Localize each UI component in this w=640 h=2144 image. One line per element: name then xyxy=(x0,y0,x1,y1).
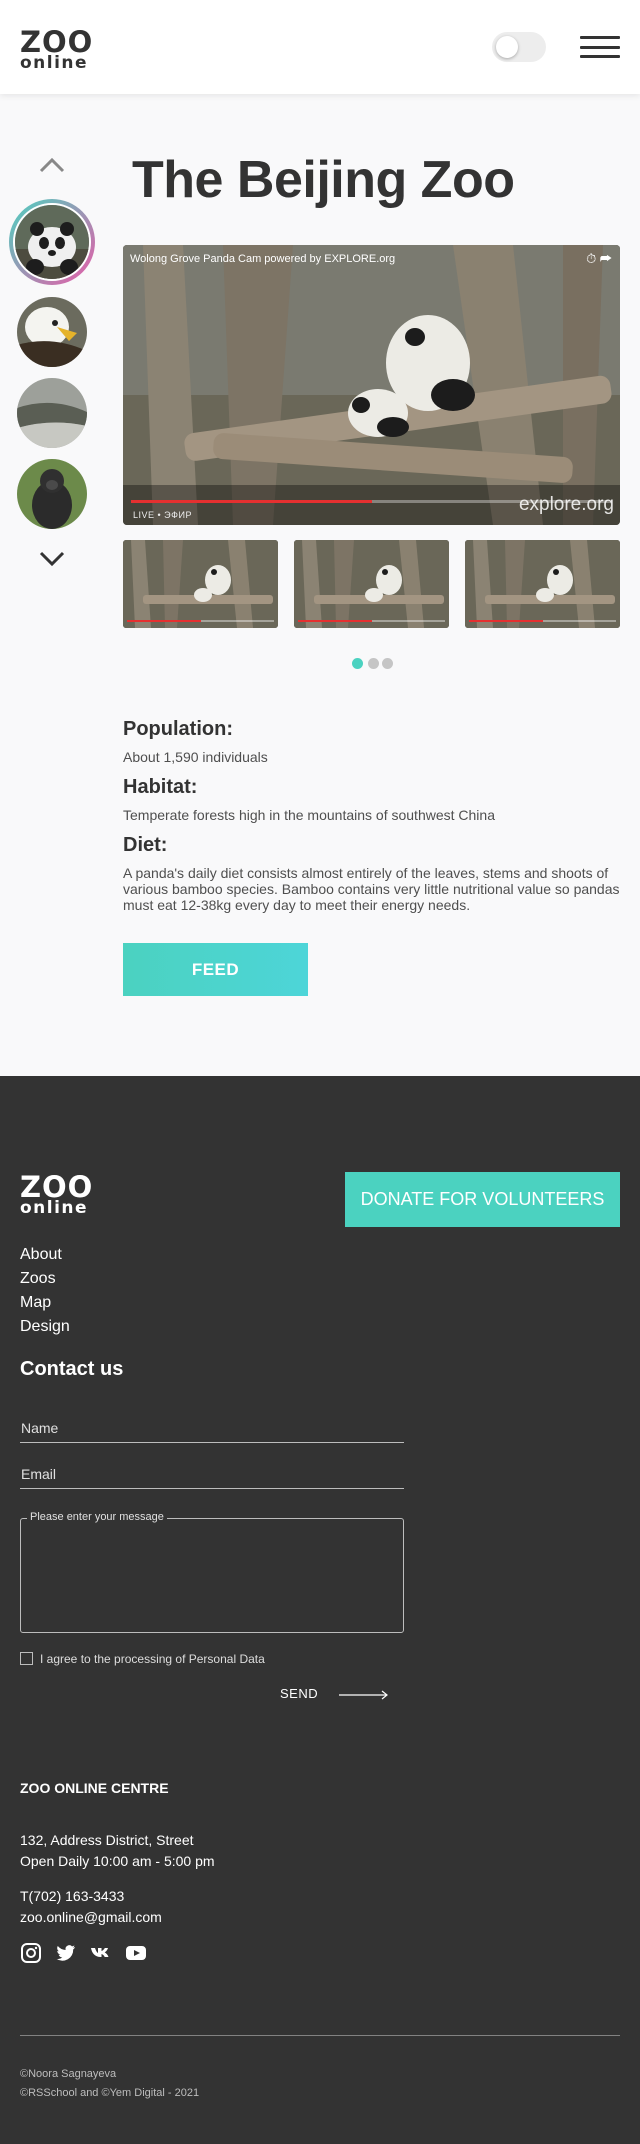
youtube-icon[interactable] xyxy=(125,1942,147,1964)
centre-title: ZOO ONLINE CENTRE xyxy=(20,1780,169,1796)
footer-nav-about[interactable]: About xyxy=(20,1246,62,1264)
page-title: The Beijing Zoo xyxy=(132,151,515,209)
share-icon[interactable]: ⏱ ➦ xyxy=(586,251,612,267)
logo-bottom: online xyxy=(20,53,89,73)
footer-nav-zoos[interactable]: Zoos xyxy=(20,1270,56,1288)
toggle-knob xyxy=(496,36,518,58)
agree-checkbox[interactable]: I agree to the processing of Personal Da… xyxy=(20,1652,265,1666)
carousel-dot[interactable] xyxy=(352,658,363,669)
copyright-author: ©Noora Sagnayeva xyxy=(20,2068,117,2080)
phone[interactable]: T(702) 163-3433 xyxy=(20,1888,124,1904)
feed-button[interactable]: FEED xyxy=(123,943,308,996)
animal-avatar-panda[interactable] xyxy=(9,199,95,285)
address: 132, Address District, Street xyxy=(20,1832,194,1848)
message-placeholder: Please enter your message xyxy=(27,1511,167,1523)
logo[interactable]: ZOO online xyxy=(20,28,93,72)
habitat-text: Temperate forests high in the mountains … xyxy=(123,807,495,823)
population-text: About 1,590 individuals xyxy=(123,749,268,765)
diet-heading: Diet: xyxy=(123,834,168,856)
video-watermark: explore.org xyxy=(518,494,614,515)
population-heading: Population: xyxy=(123,718,233,740)
video-title: Wolong Grove Panda Cam powered by EXPLOR… xyxy=(130,253,396,265)
live-label: LIVE • ЭФИР xyxy=(133,510,192,520)
menu-icon[interactable] xyxy=(580,36,620,58)
message-field[interactable]: Please enter your message xyxy=(20,1511,404,1633)
footer-logo[interactable]: ZOO online xyxy=(20,1173,93,1217)
contact-title: Contact us xyxy=(20,1358,124,1380)
footer: ZOO online DONATE FOR VOLUNTEERS About Z… xyxy=(0,1076,640,2144)
send-button[interactable]: SEND xyxy=(280,1686,318,1701)
video-thumbnail[interactable] xyxy=(294,540,449,628)
email-link[interactable]: zoo.online@gmail.com xyxy=(20,1909,162,1925)
twitter-icon[interactable] xyxy=(55,1942,77,1964)
habitat-heading: Habitat: xyxy=(123,776,198,798)
alligator-image xyxy=(17,378,87,448)
eagle-image xyxy=(17,297,87,367)
chevron-down-icon[interactable] xyxy=(38,550,66,568)
theme-toggle[interactable] xyxy=(492,32,546,62)
panda-cam-frame xyxy=(123,245,620,525)
live-video[interactable]: Wolong Grove Panda Cam powered by EXPLOR… xyxy=(123,245,620,525)
footer-divider xyxy=(20,2035,620,2036)
panda-image xyxy=(15,205,89,279)
carousel-dot[interactable] xyxy=(368,658,379,669)
arrow-right-icon[interactable] xyxy=(339,1690,389,1700)
header: ZOO online xyxy=(0,0,640,94)
copyright-school: ©RSSchool and ©Yem Digital - 2021 xyxy=(20,2087,200,2099)
chevron-up-icon[interactable] xyxy=(38,156,66,174)
video-thumbnail[interactable] xyxy=(123,540,278,628)
agree-label: I agree to the processing of Personal Da… xyxy=(40,1652,265,1666)
vk-icon[interactable] xyxy=(90,1942,112,1964)
donate-button[interactable]: DONATE FOR VOLUNTEERS xyxy=(345,1172,620,1227)
email-field[interactable] xyxy=(20,1459,404,1489)
diet-text: A panda's daily diet consists almost ent… xyxy=(123,865,620,913)
footer-logo-bottom: online xyxy=(20,1198,89,1218)
name-field[interactable] xyxy=(20,1413,404,1443)
footer-nav-map[interactable]: Map xyxy=(20,1294,51,1312)
hours: Open Daily 10:00 am - 5:00 pm xyxy=(20,1853,215,1869)
footer-nav-design[interactable]: Design xyxy=(20,1318,70,1336)
animal-avatar-alligator[interactable] xyxy=(17,378,87,448)
video-thumbnail[interactable] xyxy=(465,540,620,628)
gorilla-image xyxy=(17,459,87,529)
instagram-icon[interactable] xyxy=(20,1942,42,1964)
checkbox-icon[interactable] xyxy=(20,1652,33,1665)
animal-avatar-eagle[interactable] xyxy=(17,297,87,367)
animal-avatar-gorilla[interactable] xyxy=(17,459,87,529)
carousel-dot[interactable] xyxy=(382,658,393,669)
